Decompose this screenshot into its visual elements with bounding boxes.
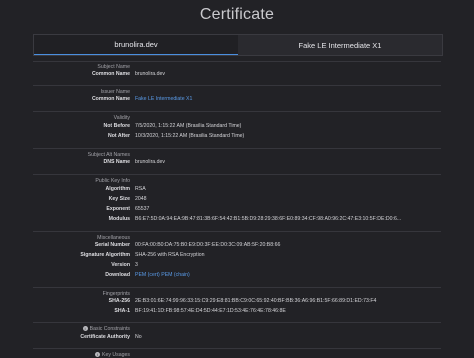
section-title-validity: Validity: [113, 115, 130, 121]
row-label: Not After: [108, 133, 130, 139]
row-value: 7/5/2020, 1:15:22 AM (Brasilia Standard …: [135, 123, 242, 129]
row-label: Common Name: [91, 96, 130, 102]
row-label: SHA-1: [114, 308, 130, 314]
row-value: brunolira.dev: [135, 159, 165, 165]
row-not-after: Not After 10/3/2020, 1:15:22 AM (Brasili…: [0, 133, 474, 141]
section-title-issuer: Issuer Name: [100, 89, 130, 95]
section-title-text: Basic Constraints: [89, 326, 130, 332]
row-exponent: Exponent 65537: [0, 206, 474, 214]
row-download: Download PEM (cert) PEM (chain): [0, 272, 474, 280]
row-label: Common Name: [91, 71, 130, 77]
download-pem-cert-link[interactable]: PEM (cert): [135, 272, 160, 278]
row-label: Serial Number: [94, 242, 130, 248]
section-title-constraints: i Basic Constraints: [32, 326, 130, 332]
section-title-san: Subject Alt Names: [87, 152, 130, 158]
section-title-pubkey: Public Key Info: [95, 178, 130, 184]
row-value: brunolira.dev: [135, 71, 165, 77]
divider: [33, 61, 441, 62]
divider: [33, 111, 441, 112]
section-title-key-usages: i Key Usages: [32, 352, 130, 358]
issuer-link[interactable]: Fake LE Intermediate X1: [135, 96, 192, 102]
row-label: Certificate Authority: [80, 334, 130, 340]
row-value: PEM (cert) PEM (chain): [135, 272, 190, 278]
certificate-tabs: brunolira.dev Fake LE Intermediate X1: [33, 34, 443, 56]
row-value: 65537: [135, 206, 150, 212]
divider: [33, 148, 441, 149]
row-label: Version: [111, 262, 130, 268]
row-label: DNS Name: [103, 159, 130, 165]
divider: [33, 174, 441, 175]
row-value: No: [135, 334, 142, 340]
divider: [33, 287, 441, 288]
row-value: 00:FA:00:B0:DA:75:B0:E9:D0:3F:EE:D0:3C:0…: [135, 242, 281, 248]
row-value: 2E:B3:01:6E:74:99:96:33:15:C9:29:E8:81:B…: [135, 298, 377, 304]
row-subject-common-name: Common Name brunolira.dev: [0, 71, 474, 79]
row-value: RSA: [135, 186, 146, 192]
row-label: Key Size: [108, 196, 130, 202]
row-value: BF:19:41:1D:FB:98:57:4E:D4:5D:44:E7:1D:5…: [135, 308, 286, 314]
row-sha256: SHA-256 2E:B3:01:6E:74:99:96:33:15:C9:29…: [0, 298, 474, 306]
row-label: Not Before: [103, 123, 130, 129]
row-version: Version 3: [0, 262, 474, 270]
divider: [33, 322, 441, 323]
row-label: Modulus: [108, 216, 130, 222]
divider: [33, 231, 441, 232]
row-value: SHA-256 with RSA Encryption: [135, 252, 205, 258]
row-signature-algorithm: Signature Algorithm SHA-256 with RSA Enc…: [0, 252, 474, 260]
info-icon: i: [95, 352, 101, 358]
row-not-before: Not Before 7/5/2020, 1:15:22 AM (Brasili…: [0, 123, 474, 131]
divider: [33, 85, 441, 86]
section-title-misc: Miscellaneous: [97, 235, 130, 241]
section-title-text: Key Usages: [102, 352, 130, 358]
row-issuer-common-name: Common Name Fake LE Intermediate X1: [0, 96, 474, 104]
row-label: Algorithm: [105, 186, 131, 192]
row-modulus: Modulus B6:E7:5D:0A:94:EA:9B:47:81:3B:6F…: [0, 216, 474, 224]
row-certificate-authority: Certificate Authority No: [0, 334, 474, 342]
row-dns-name: DNS Name brunolira.dev: [0, 159, 474, 167]
row-value: 10/3/2020, 1:15:22 AM (Brasilia Standard…: [135, 133, 245, 139]
row-serial-number: Serial Number 00:FA:00:B0:DA:75:B0:E9:D0…: [0, 242, 474, 250]
row-value: B6:E7:5D:0A:94:EA:9B:47:81:3B:6F:54:42:B…: [135, 216, 402, 222]
download-pem-chain-link[interactable]: PEM (chain): [161, 272, 190, 278]
row-algorithm: Algorithm RSA: [0, 186, 474, 194]
row-sha1: SHA-1 BF:19:41:1D:FB:98:57:4E:D4:5D:44:E…: [0, 308, 474, 316]
row-label: Download: [105, 272, 130, 278]
section-title-subject: Subject Name: [97, 64, 130, 70]
tab-brunolira-dev[interactable]: brunolira.dev: [34, 35, 238, 55]
row-value: 3: [135, 262, 138, 268]
info-icon: i: [82, 326, 88, 332]
row-label: Signature Algorithm: [80, 252, 130, 258]
tab-fake-le-intermediate[interactable]: Fake LE Intermediate X1: [238, 35, 442, 55]
divider: [33, 348, 441, 349]
row-value: 2048: [135, 196, 147, 202]
section-title-fingerprints: Fingerprints: [102, 291, 130, 297]
row-label: Exponent: [106, 206, 130, 212]
row-label: SHA-256: [108, 298, 130, 304]
page-title: Certificate: [199, 6, 275, 23]
row-key-size: Key Size 2048: [0, 196, 474, 204]
